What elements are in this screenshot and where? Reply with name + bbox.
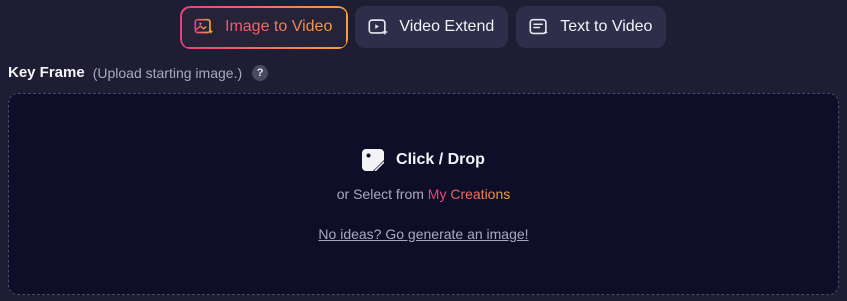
app-root: Image to Video Video Extend Text to Vide…	[0, 0, 847, 301]
select-prefix: or Select from	[336, 186, 424, 202]
generate-image-link[interactable]: No ideas? Go generate an image!	[9, 226, 838, 242]
dropzone-title: Click / Drop	[396, 151, 485, 168]
help-icon[interactable]: ?	[252, 64, 269, 81]
tab-text-to-video[interactable]: Text to Video	[516, 6, 667, 48]
tab-label: Image to Video	[225, 18, 333, 35]
key-frame-title: Key Frame	[8, 64, 85, 81]
tab-image-to-video[interactable]: Image to Video	[180, 6, 347, 48]
image-sparkle-icon	[194, 18, 214, 35]
tab-label: Video Extend	[399, 18, 495, 35]
image-upload-icon	[362, 149, 385, 171]
text-doc-icon	[529, 18, 549, 35]
upload-dropzone[interactable]: Click / Drop or Select from My Creations…	[8, 93, 839, 295]
dropzone-main: Click / Drop	[9, 149, 838, 171]
key-frame-hint: (Upload starting image.)	[92, 64, 243, 81]
tab-video-extend[interactable]: Video Extend	[355, 6, 509, 48]
dropzone-select-line: or Select from My Creations	[9, 186, 838, 202]
video-plus-icon	[368, 19, 388, 35]
key-frame-header: Key Frame (Upload starting image.) ?	[8, 64, 269, 81]
mode-tabs: Image to Video Video Extend Text to Vide…	[180, 6, 667, 48]
tab-label: Text to Video	[560, 18, 653, 35]
my-creations-link[interactable]: My Creations	[428, 186, 510, 202]
